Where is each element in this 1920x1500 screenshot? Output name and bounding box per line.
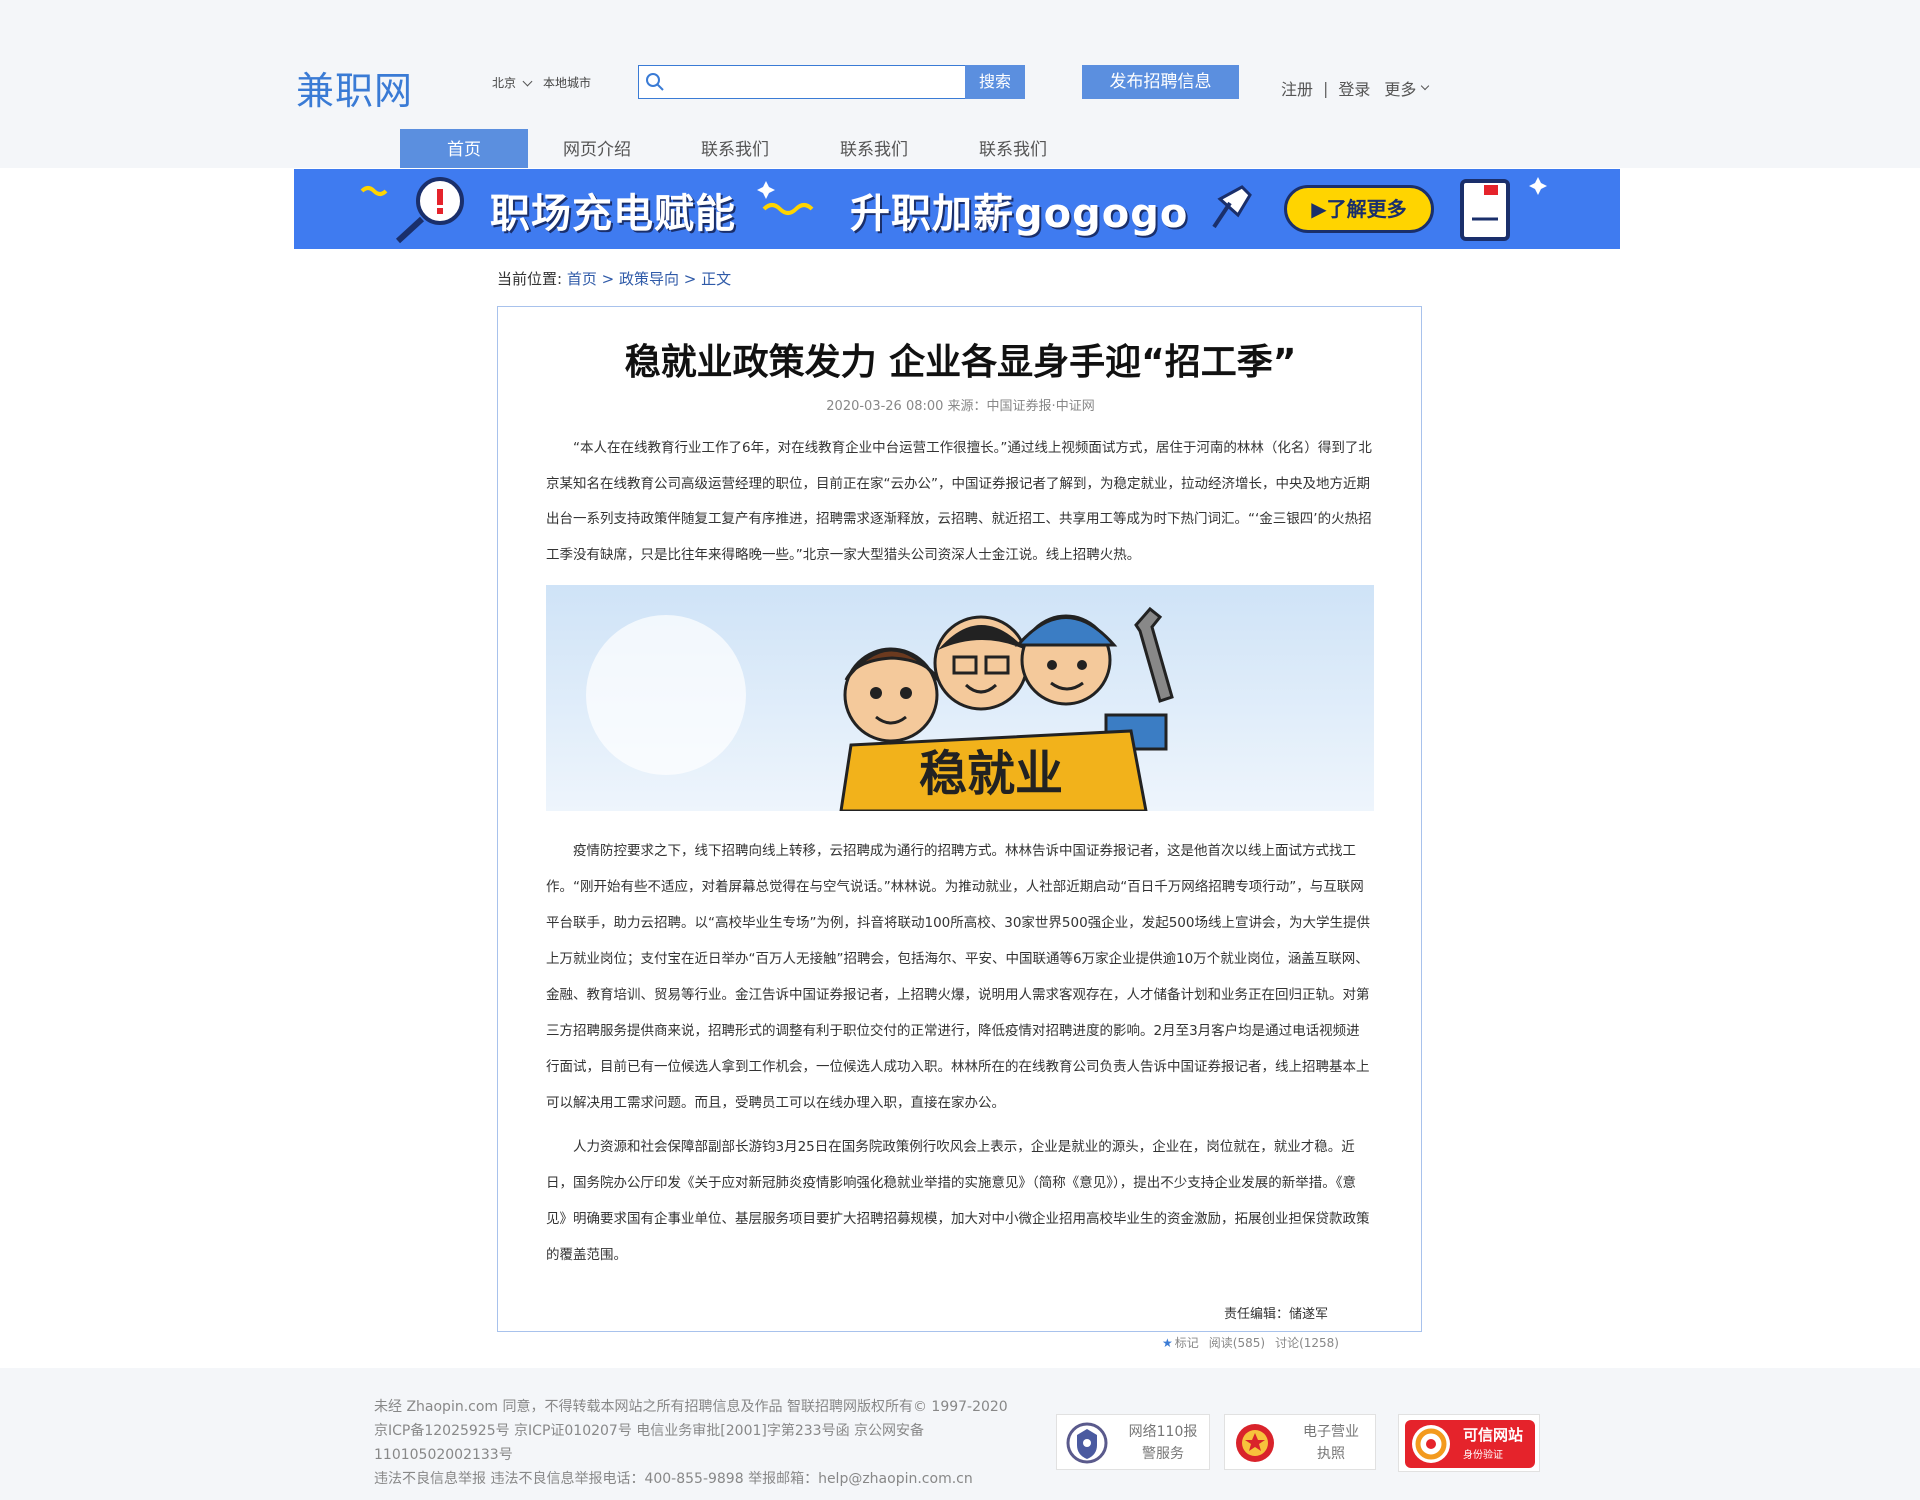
nav-item-intro[interactable]: 网页介绍 — [528, 129, 666, 168]
post-job-button[interactable]: 发布招聘信息 — [1082, 65, 1239, 99]
article-illustration: 稳就业 — [546, 585, 1374, 811]
breadcrumb-section[interactable]: 政策导向 — [619, 270, 679, 288]
trusted-site-icon — [1412, 1425, 1450, 1463]
more-menu[interactable]: 更多 — [1384, 76, 1430, 100]
illustration-caption: 稳就业 — [919, 746, 1063, 802]
learn-more-button[interactable]: ▶了解更多 — [1284, 185, 1434, 233]
city-selector[interactable]: 北京 本地城市 — [492, 74, 591, 91]
breadcrumb-separator: > — [683, 270, 697, 288]
login-link[interactable]: 登录 — [1338, 76, 1370, 100]
trusted-site-subtitle: 身份验证 — [1463, 1450, 1503, 1461]
business-license-badge[interactable]: 电子营业 执照 — [1224, 1414, 1376, 1470]
search-box — [638, 65, 966, 99]
article-title: 稳就业政策发力 企业各显身手迎“招工季” — [624, 342, 1297, 383]
nav-item-contact-2[interactable]: 联系我们 — [804, 129, 944, 168]
breadcrumb-separator: > — [601, 270, 615, 288]
article-stats: ★ 标记 阅读(585) 讨论(1258) — [1162, 1334, 1339, 1351]
nav-item-contact-1[interactable]: 联系我们 — [666, 129, 804, 168]
register-link[interactable]: 注册 — [1281, 76, 1313, 100]
footer-icp: 京ICP备12025925号 京ICP证010207号 电信业务审批[2001]… — [374, 1423, 925, 1463]
trusted-site-body: 可信网站 身份验证 — [1405, 1420, 1535, 1468]
article-paragraph: 疫情防控要求之下，线下招聘向线上转移，云招聘成为通行的招聘方式。林林告诉中国证券… — [546, 843, 1370, 1111]
footer-copyright: 未经 Zhaopin.com 同意，不得转载本网站之所有招聘信息及作品 智联招聘… — [374, 1399, 1008, 1415]
breadcrumb-home[interactable]: 首页 — [567, 270, 597, 288]
banner-headline-1: 职场充电赋能 — [490, 191, 736, 237]
main-nav: 首页 网页介绍 联系我们 联系我们 联系我们 — [400, 129, 1082, 168]
police-badge-label: 网络110报 警服务 — [1123, 1421, 1203, 1465]
link-divider: | — [1323, 78, 1329, 98]
article-container: 稳就业政策发力 企业各显身手迎“招工季” 2020-03-26 08:00 来源… — [497, 306, 1422, 1332]
trusted-site-badge[interactable]: 可信网站 身份验证 — [1398, 1414, 1540, 1472]
article-meta: 2020-03-26 08:00 来源：中国证券报·中证网 — [826, 399, 1095, 414]
search-button[interactable]: 搜索 — [965, 65, 1025, 99]
article-paragraph: “本人在在线教育行业工作了6年，对在线教育企业中台运营工作很擅长。”通过线上视频… — [546, 440, 1372, 563]
breadcrumb-prefix: 当前位置: — [497, 270, 563, 288]
search-input[interactable] — [675, 66, 955, 98]
police-badge-line1: 网络110报 — [1128, 1424, 1198, 1440]
banner-headline-2: 升职加薪gogogo — [850, 191, 1189, 237]
business-license-line1: 电子营业 — [1303, 1424, 1359, 1440]
chevron-down-icon — [1421, 81, 1430, 91]
police-badge-line2: 警服务 — [1142, 1446, 1184, 1462]
comment-count[interactable]: 讨论(1258) — [1275, 1334, 1339, 1351]
mark-button[interactable]: ★ 标记 — [1162, 1334, 1199, 1351]
article-editor: 责任编辑：储遂军 — [1224, 1307, 1329, 1322]
star-icon: ★ — [1162, 1336, 1173, 1350]
promo-banner[interactable]: 职场充电赋能 升职加薪gogogo ▶了解更多 — [294, 169, 1620, 249]
read-count: 阅读(585) — [1208, 1336, 1266, 1350]
chevron-down-icon — [522, 76, 533, 86]
breadcrumb-current: 正文 — [701, 270, 732, 288]
mark-label: 标记 — [1174, 1336, 1199, 1350]
header: 兼职网 北京 本地城市 搜索 发布招聘信息 注册 | 登录 更多 首页 网页介绍… — [0, 0, 1920, 168]
more-label: 更多 — [1384, 80, 1417, 99]
business-license-label: 电子营业 执照 — [1291, 1421, 1371, 1465]
business-license-icon — [1236, 1424, 1274, 1462]
police-110-badge[interactable]: 网络110报 警服务 — [1056, 1414, 1210, 1470]
breadcrumb: 当前位置: 首页 > 政策导向 > 正文 — [497, 268, 731, 289]
footer-legal: 未经 Zhaopin.com 同意，不得转载本网站之所有招聘信息及作品 智联招聘… — [374, 1395, 1044, 1491]
business-license-line2: 执照 — [1317, 1446, 1345, 1462]
footer-report[interactable]: 违法不良信息举报 违法不良信息举报电话：400-855-9898 举报邮箱：he… — [374, 1467, 1044, 1491]
user-links: 注册 | 登录 更多 — [1281, 76, 1430, 100]
site-logo[interactable]: 兼职网 — [296, 60, 413, 115]
nav-item-contact-3[interactable]: 联系我们 — [944, 129, 1082, 168]
article-paragraph: 人力资源和社会保障部副部长游钧3月25日在国务院政策例行吹风会上表示，企业是就业… — [546, 1139, 1370, 1263]
city-name: 北京 — [492, 76, 517, 90]
nav-item-home[interactable]: 首页 — [400, 129, 528, 168]
trusted-site-title: 可信网站 — [1463, 1426, 1524, 1444]
local-city-label: 本地城市 — [543, 76, 592, 90]
police-badge-icon — [1066, 1422, 1108, 1464]
search-icon — [646, 73, 664, 91]
footer: 未经 Zhaopin.com 同意，不得转载本网站之所有招聘信息及作品 智联招聘… — [0, 1368, 1920, 1500]
